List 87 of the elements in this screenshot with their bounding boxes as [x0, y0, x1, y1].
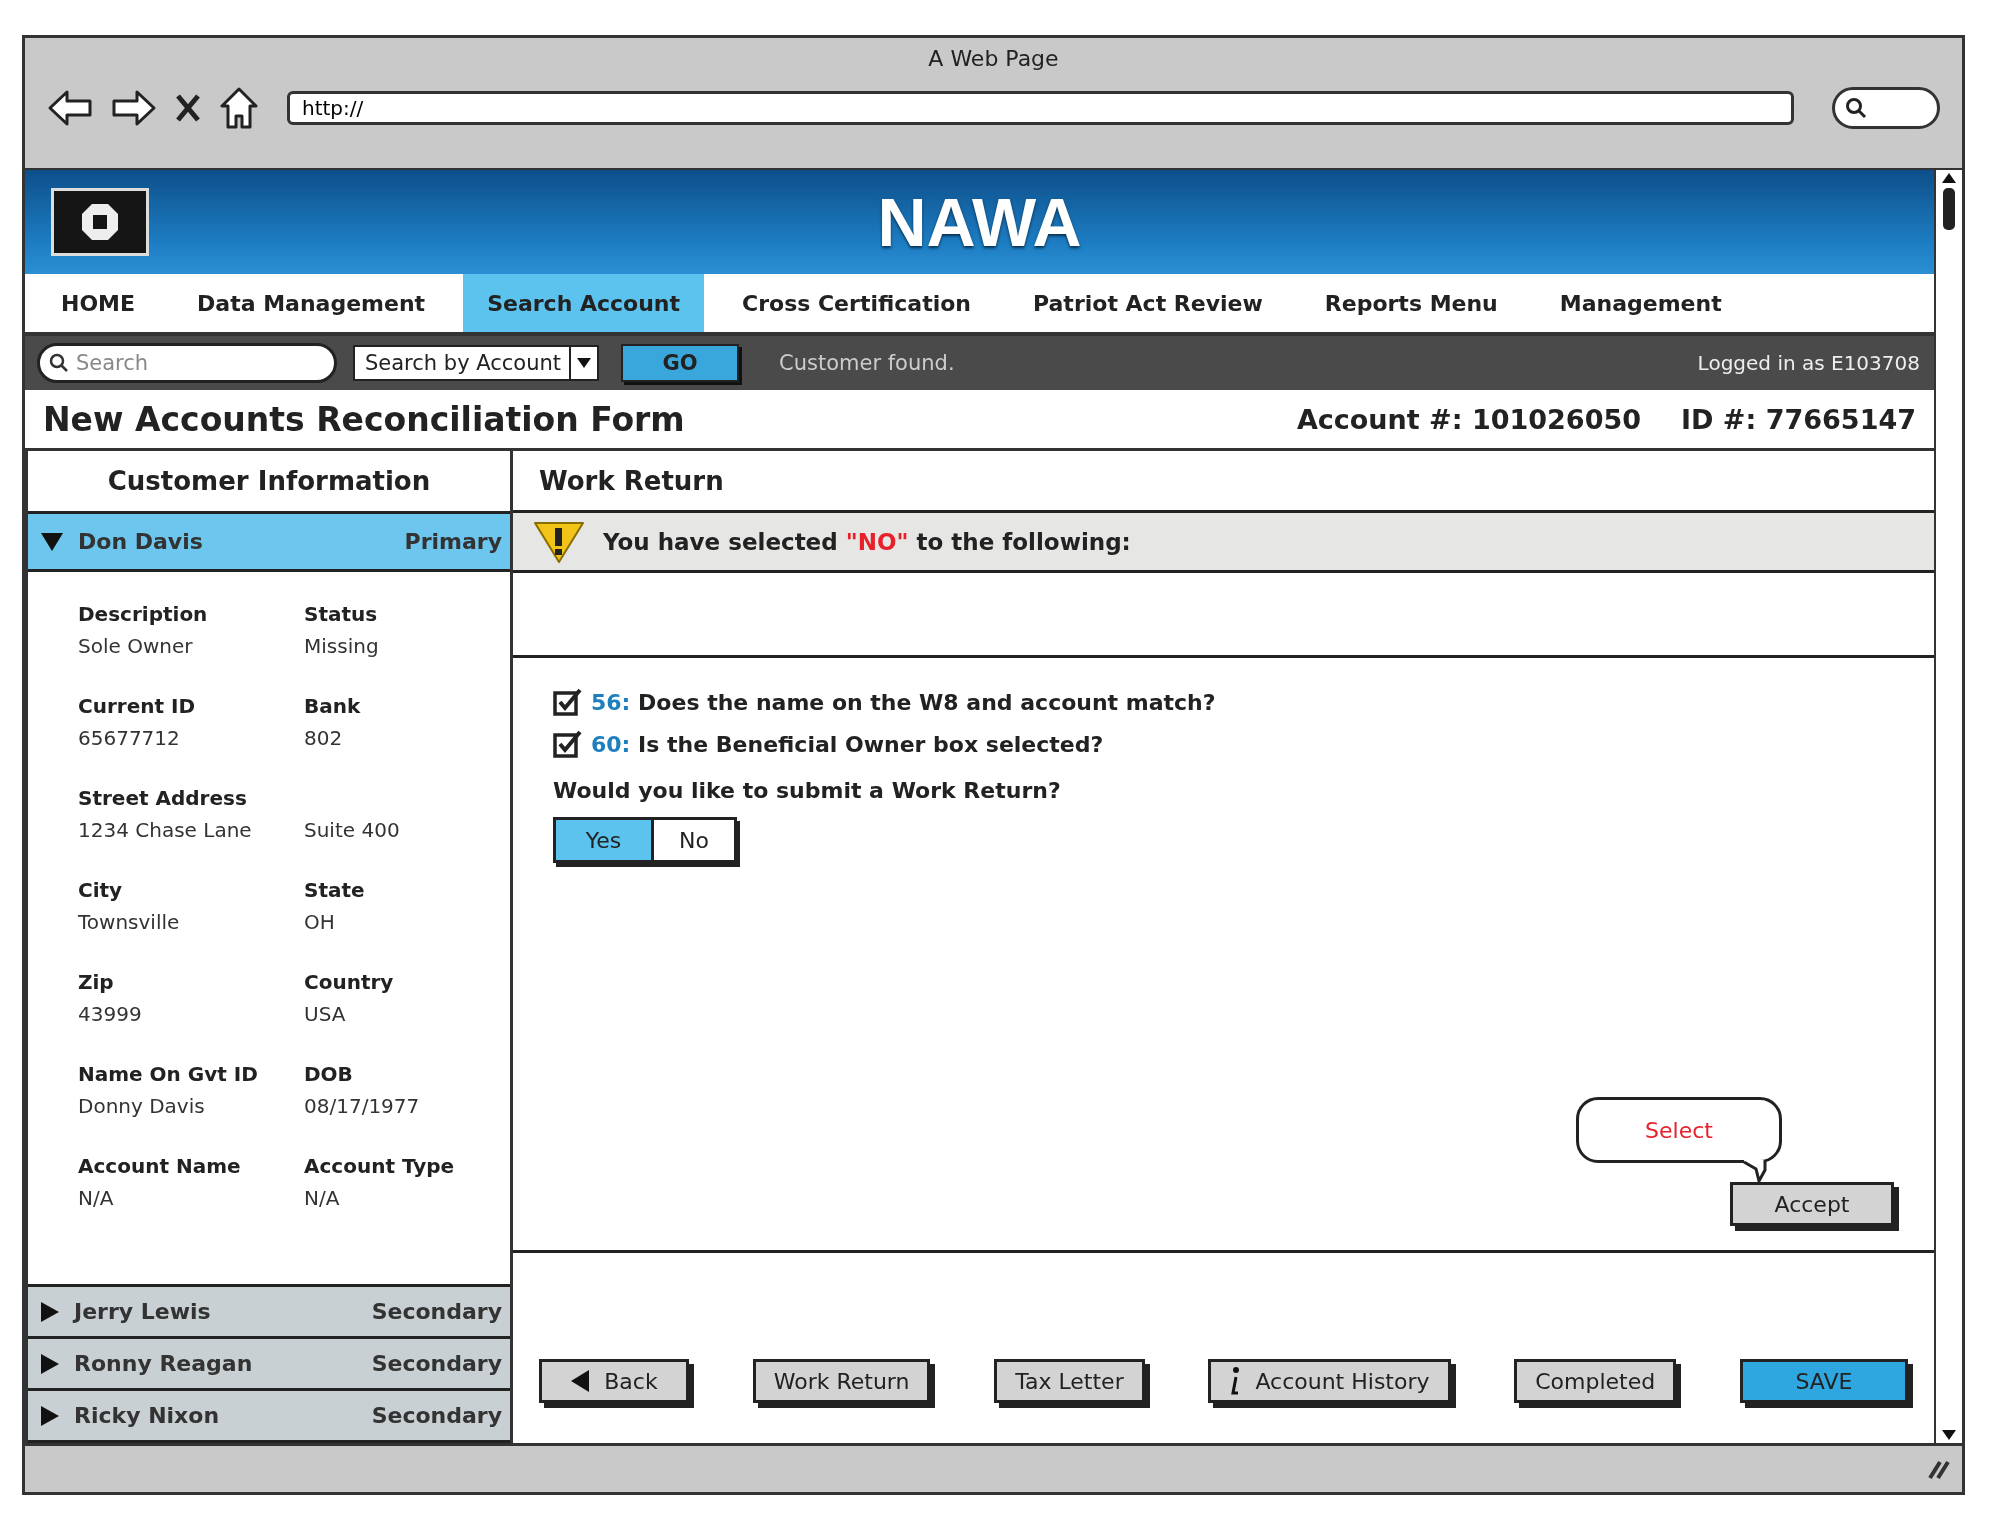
- field-value: 43999: [78, 1002, 143, 1026]
- customer-role: Primary: [404, 529, 502, 554]
- caret-icon: [576, 357, 593, 369]
- search-icon: [1845, 97, 1867, 119]
- customer-row[interactable]: Ronny Reagan Secondary: [28, 1339, 510, 1391]
- collapsed-triangle-icon: [40, 1352, 60, 1375]
- account-number: Account #: 101026050: [1296, 403, 1641, 435]
- field-label: Description: [78, 602, 209, 626]
- customer-row[interactable]: Ricky Nixon Secondary: [28, 1391, 510, 1443]
- field-label: Street Address: [78, 786, 248, 810]
- id-number: ID #: 77665147: [1681, 403, 1916, 435]
- nav-tab[interactable]: Management: [1535, 274, 1746, 332]
- resize-grip-icon[interactable]: [1926, 1458, 1952, 1480]
- field-label: DOB: [304, 1062, 354, 1086]
- checkbox[interactable]: [553, 730, 583, 758]
- customer-role: Secondary: [371, 1403, 502, 1428]
- app-title: NAWA: [877, 184, 1082, 260]
- field-value: 08/17/1977: [304, 1094, 421, 1118]
- field-label: Account Name: [78, 1154, 242, 1178]
- field-label: City: [78, 878, 124, 902]
- scroll-down-icon[interactable]: [1941, 1429, 1957, 1441]
- question-text: 56: Does the name on the W8 and account match?: [591, 689, 1216, 715]
- url-field[interactable]: http://: [287, 91, 1794, 125]
- customer-role: Secondary: [371, 1351, 502, 1376]
- field-label: Name On Gvt ID: [78, 1062, 259, 1086]
- left-triangle-icon: [570, 1369, 591, 1393]
- field-label: Status: [304, 602, 379, 626]
- nav-tab[interactable]: HOME: [37, 274, 160, 332]
- field-value: Missing: [304, 634, 380, 658]
- prompt-text: Would you like to submit a Work Return?: [553, 778, 1062, 803]
- panel-title: Customer Information: [107, 466, 431, 496]
- field-value: Suite 400: [304, 818, 401, 842]
- logged-in-label: Logged in as E103708: [1697, 351, 1920, 375]
- logo-icon: [51, 188, 149, 256]
- status-message: Customer found.: [779, 351, 956, 375]
- warning-icon: [533, 519, 585, 564]
- customer-name: Jerry Lewis: [74, 1299, 212, 1324]
- field-value: 1234 Chase Lane: [78, 818, 253, 842]
- scroll-up-icon[interactable]: [1941, 172, 1957, 184]
- go-button[interactable]: GO: [621, 344, 740, 382]
- customer-row[interactable]: Don Davis Primary: [28, 514, 510, 572]
- field-value: Townsville: [78, 910, 181, 934]
- search-type-dropdown[interactable]: Search by Account: [353, 345, 600, 381]
- question-text: 60: Is the Beneficial Owner box selected?: [591, 731, 1104, 757]
- nav-tab[interactable]: Cross Certification: [718, 274, 995, 332]
- search-icon: [49, 353, 69, 373]
- info-icon: [1229, 1366, 1242, 1396]
- toggle-option[interactable]: Yes: [556, 820, 654, 860]
- expanded-triangle-icon: [40, 531, 64, 552]
- customer-name: Ronny Reagan: [74, 1351, 254, 1376]
- back-arrow-icon[interactable]: [47, 88, 93, 128]
- collapsed-triangle-icon: [40, 1300, 60, 1323]
- field-label: Country: [304, 970, 395, 994]
- customer-row[interactable]: Jerry Lewis Secondary: [28, 1287, 510, 1339]
- section-title: Work Return: [539, 465, 724, 496]
- field-label: Account Type: [304, 1154, 456, 1178]
- search-field[interactable]: Search: [37, 343, 337, 383]
- nav-tab[interactable]: Reports Menu: [1300, 274, 1522, 332]
- form-title: New Accounts Reconciliation Form: [43, 399, 686, 439]
- field-label: Bank: [304, 694, 362, 718]
- field-value: USA: [304, 1002, 347, 1026]
- callout-text: Select: [1645, 1117, 1713, 1143]
- field-value: Donny Davis: [78, 1094, 206, 1118]
- field-value: N/A: [78, 1186, 115, 1210]
- collapsed-triangle-icon: [40, 1404, 60, 1427]
- field-value: N/A: [304, 1186, 341, 1210]
- window-title: A Web Page: [928, 46, 1059, 71]
- field-value: 802: [304, 726, 344, 750]
- nav-tab[interactable]: Patriot Act Review: [1009, 274, 1287, 332]
- close-icon[interactable]: [175, 93, 201, 123]
- field-value: OH: [304, 910, 336, 934]
- nav-tab[interactable]: Search Account: [463, 274, 704, 332]
- field-value: 65677712: [78, 726, 181, 750]
- warning-message: You have selected "NO" to the following:: [603, 528, 1131, 555]
- home-icon[interactable]: [219, 86, 259, 130]
- field-value: Sole Owner: [78, 634, 194, 658]
- field-label: State: [304, 878, 366, 902]
- customer-name: Don Davis: [78, 529, 204, 554]
- field-label: Zip: [78, 970, 115, 994]
- checkbox[interactable]: [553, 688, 583, 716]
- customer-role: Secondary: [371, 1299, 502, 1324]
- forward-arrow-icon[interactable]: [111, 88, 157, 128]
- field-label: Current ID: [78, 694, 196, 718]
- scroll-thumb[interactable]: [1943, 188, 1955, 230]
- customer-name: Ricky Nixon: [74, 1403, 221, 1428]
- nav-tab[interactable]: Data Management: [173, 274, 450, 332]
- browser-search-field[interactable]: [1832, 87, 1940, 129]
